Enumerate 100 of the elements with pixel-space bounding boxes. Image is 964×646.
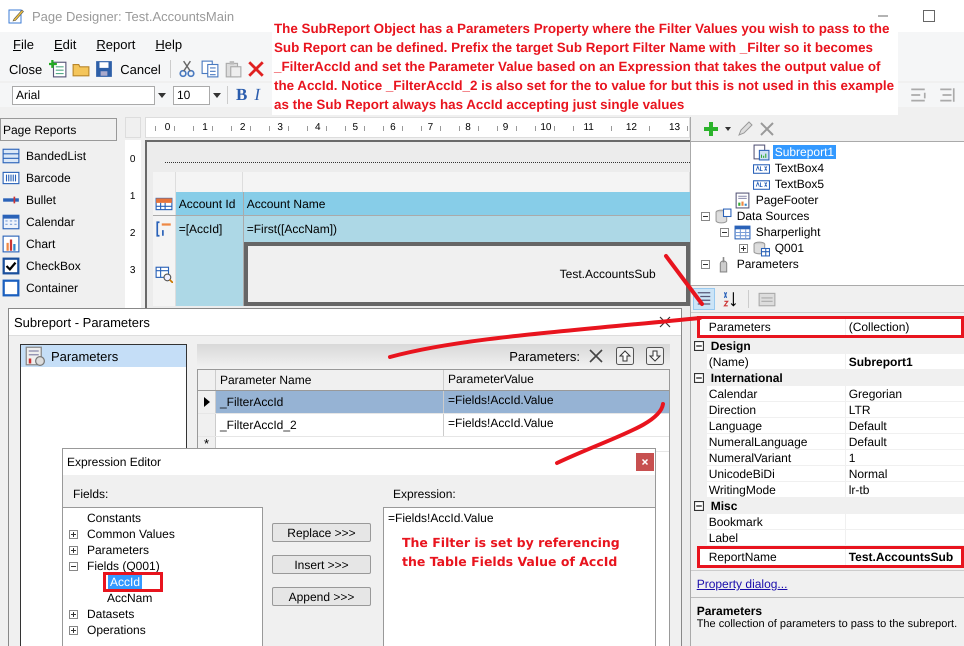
dialog-title: Subreport - Parameters: [14, 314, 150, 330]
expand-icon[interactable]: [69, 610, 78, 618]
page-item[interactable]: Parameters: [21, 345, 186, 367]
caret-icon[interactable]: [158, 92, 166, 98]
toolbox-item[interactable]: Barcode: [0, 167, 71, 189]
collapse-icon[interactable]: [694, 373, 704, 383]
menu-item[interactable]: File: [13, 37, 34, 52]
toolbox-item[interactable]: CheckBox: [0, 255, 81, 277]
property-name: Calendar: [706, 386, 846, 401]
property-value[interactable]: Gregorian: [846, 386, 964, 401]
expand-icon[interactable]: [69, 546, 78, 554]
bold-button[interactable]: B: [234, 85, 250, 105]
parameter-row[interactable]: _FilterAccId_2 =Fields!AccId.Value: [198, 414, 669, 437]
maximize-icon[interactable]: [923, 10, 935, 22]
tree-item[interactable]: Q001: [772, 241, 806, 255]
toolbox-item-label: Bullet: [26, 193, 56, 207]
menu-item[interactable]: Report: [96, 37, 136, 52]
toolbox-item[interactable]: Container: [0, 277, 78, 299]
close-icon[interactable]: [659, 316, 671, 328]
insert-button[interactable]: Append >>>: [272, 587, 371, 606]
ruler-number: 10: [539, 122, 552, 133]
tree-item[interactable]: Data Sources: [734, 209, 812, 223]
toolbox-header: Page Reports: [0, 118, 117, 141]
expand-icon[interactable]: [69, 530, 78, 538]
tree-item[interactable]: Operations: [85, 623, 148, 637]
subreport-box[interactable]: Test.AccountsSub: [244, 242, 690, 306]
toolbox-item-label: BandedList: [26, 149, 86, 163]
tree-item[interactable]: Constants: [85, 511, 144, 525]
page-icon: [734, 192, 751, 208]
delete-icon[interactable]: [246, 60, 265, 78]
toolbox-item-label: Calendar: [26, 215, 75, 229]
caret-icon[interactable]: [724, 127, 731, 131]
tree-item[interactable]: TextBox5: [772, 177, 826, 191]
expand-icon[interactable]: [69, 626, 78, 634]
ruler-number: 13: [668, 122, 682, 133]
property-value[interactable]: Default: [846, 418, 964, 433]
collapse-icon[interactable]: [700, 260, 710, 268]
add-document-icon[interactable]: [49, 60, 68, 78]
tree-item[interactable]: Sharperlight: [754, 225, 822, 239]
ruler-number: 9: [502, 122, 510, 133]
row-handle[interactable]: [152, 216, 176, 242]
property-value[interactable]: 1: [846, 450, 964, 465]
collapse-icon[interactable]: [69, 562, 78, 570]
tree-item[interactable]: Fields (Q001): [85, 559, 162, 573]
row-handle[interactable]: [152, 172, 176, 192]
table-cell-text: Account Name: [246, 196, 326, 212]
property-dialog-link[interactable]: Property dialog...: [696, 577, 788, 591]
property-value[interactable]: Subreport1: [846, 354, 964, 369]
form-icon: [25, 346, 45, 366]
tree-item[interactable]: Datasets: [85, 607, 136, 621]
tree-item[interactable]: Parameters: [85, 543, 152, 557]
toolbox-item[interactable]: Calendar: [0, 211, 75, 233]
property-value[interactable]: Default: [846, 434, 964, 449]
italic-button[interactable]: I: [252, 85, 262, 105]
tree-item[interactable]: PageFooter: [754, 193, 820, 207]
property-value[interactable]: lr-tb: [846, 482, 964, 497]
tree-item[interactable]: TextBox4: [772, 161, 826, 175]
collapse-icon[interactable]: [720, 228, 729, 236]
row-handle[interactable]: [152, 242, 176, 306]
insert-button[interactable]: Replace >>>: [272, 523, 371, 542]
expression-field[interactable]: =Fields!AccId.Value The Filter is set by referencing the Table Fields Value of AccId: [383, 507, 655, 646]
delete-icon[interactable]: [588, 348, 604, 364]
ruler-number: 1: [130, 191, 136, 202]
move-down-icon[interactable]: [646, 347, 664, 366]
ruler-number: 3: [276, 122, 284, 133]
toolbar-button[interactable]: Cancel: [117, 60, 164, 78]
row-handle[interactable]: [152, 192, 176, 215]
toolbox-item[interactable]: Bullet: [0, 189, 56, 211]
font-dropdown[interactable]: Arial: [12, 86, 155, 104]
collapse-icon[interactable]: [700, 212, 710, 220]
font-size-dropdown[interactable]: 10: [173, 86, 210, 104]
subreport-name: Test.AccountsSub: [560, 267, 656, 281]
ruler-number: 11: [582, 122, 595, 133]
property-name: ReportName: [706, 549, 846, 565]
copy-icon[interactable]: [200, 60, 219, 78]
toolbox-item[interactable]: Chart: [0, 233, 56, 255]
collapse-icon[interactable]: [694, 341, 704, 351]
collapse-icon[interactable]: [694, 501, 704, 511]
menu-item[interactable]: Help: [155, 37, 182, 52]
tree-item[interactable]: Parameters: [734, 257, 801, 271]
column-header: Parameter Name: [216, 370, 444, 390]
list-icon: [2, 147, 20, 165]
tree-item[interactable]: AccNam: [105, 591, 154, 605]
menu-item[interactable]: Edit: [54, 37, 76, 52]
property-value[interactable]: (Collection): [846, 319, 961, 335]
toolbar-button[interactable]: Close: [6, 60, 46, 78]
caret-icon[interactable]: [213, 92, 221, 98]
parameter-row[interactable]: _FilterAccId =Fields!AccId.Value: [198, 390, 669, 414]
move-up-icon[interactable]: [616, 347, 634, 366]
sort-icon[interactable]: [720, 290, 739, 308]
property-value[interactable]: LTR: [846, 402, 964, 417]
expand-icon[interactable]: [738, 244, 748, 252]
tree-item[interactable]: Common Values: [85, 527, 177, 541]
toolbox-item[interactable]: BandedList: [0, 145, 86, 167]
property-value[interactable]: Test.AccountsSub: [846, 549, 961, 565]
property-value[interactable]: Normal: [846, 466, 964, 481]
scissors-icon[interactable]: [178, 60, 196, 78]
save-icon[interactable]: [95, 60, 114, 78]
table-cell: _FilterAccId_2: [216, 414, 444, 436]
insert-button[interactable]: Insert >>>: [272, 555, 371, 574]
